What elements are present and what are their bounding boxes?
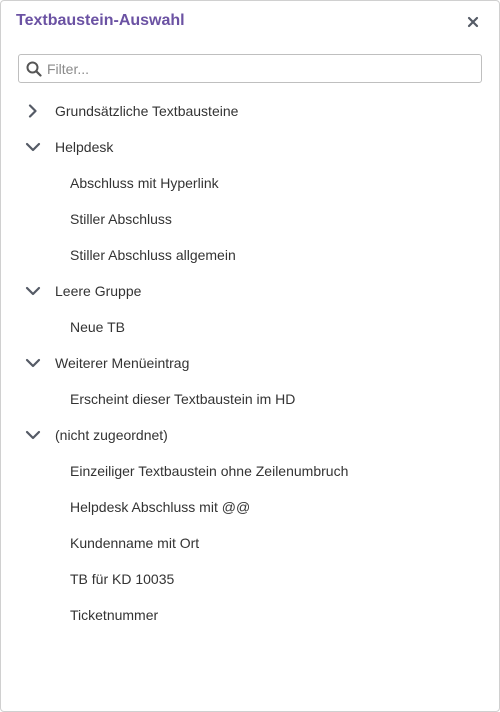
tree-item-label: Ticketnummer	[70, 607, 159, 623]
chevron-right-icon[interactable]	[25, 104, 41, 118]
tree-item[interactable]: Helpdesk Abschluss mit @@	[1, 489, 499, 525]
tree-group[interactable]: Leere Gruppe	[1, 273, 499, 309]
tree-group[interactable]: Grundsätzliche Textbausteine	[1, 93, 499, 129]
close-icon	[467, 16, 479, 28]
tree-group-label: (nicht zugeordnet)	[55, 427, 168, 443]
tree-item-label: TB für KD 10035	[70, 571, 175, 587]
tree-group-label: Helpdesk	[55, 139, 114, 155]
filter-input[interactable]	[47, 55, 477, 82]
textbaustein-dialog: Textbaustein-Auswahl Grundsätzliche Text…	[0, 0, 500, 712]
tree-item[interactable]: Abschluss mit Hyperlink	[1, 165, 499, 201]
chevron-down-icon[interactable]	[25, 140, 41, 154]
tree-group-label: Grundsätzliche Textbausteine	[55, 103, 239, 119]
tree-item[interactable]: TB für KD 10035	[1, 561, 499, 597]
tree-group-label: Leere Gruppe	[55, 283, 142, 299]
tree-item-label: Einzeiliger Textbaustein ohne Zeilenumbr…	[70, 463, 349, 479]
tree-item-label: Stiller Abschluss	[70, 211, 172, 227]
close-button[interactable]	[463, 12, 483, 32]
tree-item-label: Stiller Abschluss allgemein	[70, 247, 236, 263]
tree-group[interactable]: Helpdesk	[1, 129, 499, 165]
tree-item[interactable]: Neue TB	[1, 309, 499, 345]
tree-item[interactable]: Kundenname mit Ort	[1, 525, 499, 561]
tree-item[interactable]: Einzeiliger Textbaustein ohne Zeilenumbr…	[1, 453, 499, 489]
tree-item-label: Kundenname mit Ort	[70, 535, 200, 551]
tree-item-label: Neue TB	[70, 319, 125, 335]
tree-item[interactable]: Stiller Abschluss	[1, 201, 499, 237]
tree-item[interactable]: Ticketnummer	[1, 597, 499, 633]
tree-item-label: Helpdesk Abschluss mit @@	[70, 499, 251, 515]
tree-item-label: Erscheint dieser Textbaustein im HD	[70, 391, 296, 407]
tree-item[interactable]: Erscheint dieser Textbaustein im HD	[1, 381, 499, 417]
search-icon	[26, 61, 42, 77]
tree-group[interactable]: Weiterer Menüeintrag	[1, 345, 499, 381]
dialog-title: Textbaustein-Auswahl	[16, 12, 185, 29]
filter-field	[18, 54, 482, 83]
tree-item[interactable]: Stiller Abschluss allgemein	[1, 237, 499, 273]
chevron-down-icon[interactable]	[25, 356, 41, 370]
tree-group-label: Weiterer Menüeintrag	[55, 355, 190, 371]
chevron-down-icon[interactable]	[25, 284, 41, 298]
tree-group[interactable]: (nicht zugeordnet)	[1, 417, 499, 453]
textbaustein-tree: Grundsätzliche Textbausteine Helpdesk Absc…	[1, 93, 499, 633]
chevron-down-icon[interactable]	[25, 428, 41, 442]
tree-item-label: Abschluss mit Hyperlink	[70, 175, 219, 191]
